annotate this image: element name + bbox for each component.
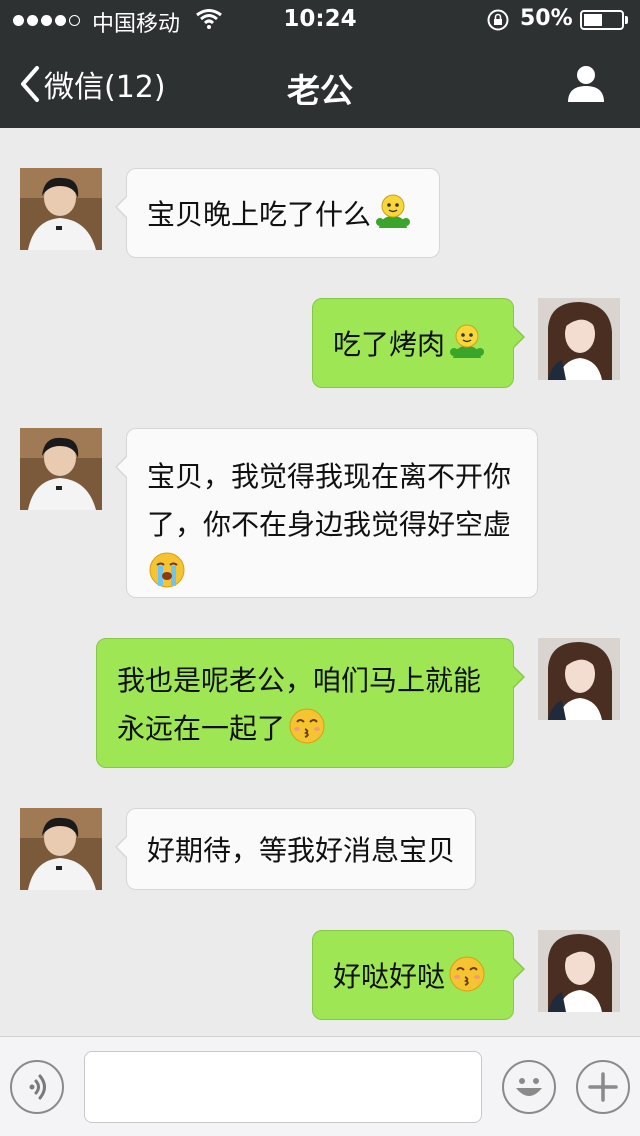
message-input[interactable] — [84, 1051, 482, 1123]
message-bubble-incoming[interactable]: 宝贝晚上吃了什么 — [115, 168, 440, 258]
plus-icon — [588, 1072, 618, 1102]
my-avatar[interactable] — [538, 298, 620, 380]
message-text: 好哒好哒 — [333, 960, 446, 993]
chevron-left-icon — [21, 66, 39, 102]
husband-avatar[interactable] — [20, 808, 102, 890]
back-button[interactable]: 微信(12) — [20, 64, 166, 105]
battery-tip — [625, 16, 628, 24]
message-bubble-outgoing[interactable]: 我也是呢老公，咱们马上就能 永远在一起了 — [96, 638, 525, 768]
message-bubble-incoming[interactable]: 宝贝，我觉得我现在离不开你 了，你不在身边我觉得好空虚 — [115, 428, 538, 598]
voice-icon — [29, 1074, 46, 1100]
input-toolbar — [0, 1036, 640, 1136]
message-text: 吃了烤肉 — [333, 328, 446, 361]
my-avatar[interactable] — [538, 638, 620, 720]
message-text-line: 了，你不在身边我觉得好空虚 — [147, 508, 512, 541]
battery-percent: 50% — [520, 6, 573, 31]
message-bubble-outgoing[interactable]: 吃了烤肉 — [312, 298, 525, 388]
emoji-button[interactable] — [502, 1060, 556, 1114]
message-text-line: 永远在一起了 — [117, 712, 286, 745]
message-text-line: 宝贝，我觉得我现在离不开你 — [147, 460, 512, 493]
message-text: 宝贝晚上吃了什么 — [147, 198, 372, 231]
voice-input-button[interactable] — [10, 1060, 64, 1114]
message-list[interactable]: 宝贝晚上吃了什么 吃了烤肉 宝贝，我觉得我现在离不开你 了，你不在身边我觉得好空… — [0, 128, 640, 1036]
back-label: 微信(12) — [44, 70, 166, 105]
smiley-icon — [516, 1078, 542, 1096]
nav-bar: 微信(12) 老公 — [0, 40, 640, 128]
husband-avatar[interactable] — [20, 168, 102, 250]
message-bubble-incoming[interactable]: 好期待，等我好消息宝贝 — [115, 808, 476, 890]
header: 中国移动 10:24 50% 微信(12) 老公 — [0, 0, 640, 128]
green-doll-emoji-icon — [373, 192, 413, 232]
kissing-face-emoji-icon — [447, 954, 487, 994]
green-doll-emoji-icon — [447, 322, 487, 362]
rotation-lock-icon — [486, 9, 510, 37]
message-text: 好期待，等我好消息宝贝 — [147, 834, 456, 867]
message-bubble-outgoing[interactable]: 好哒好哒 — [312, 930, 525, 1020]
contact-profile-button[interactable] — [566, 64, 614, 108]
person-icon — [568, 66, 604, 102]
status-bar: 中国移动 10:24 50% — [0, 0, 640, 40]
husband-avatar[interactable] — [20, 428, 102, 510]
message-text-line: 我也是呢老公，咱们马上就能 — [117, 664, 482, 697]
kissing-face-emoji-icon — [287, 706, 327, 746]
more-button[interactable] — [576, 1060, 630, 1114]
battery-level — [584, 14, 602, 26]
battery-icon — [580, 10, 624, 30]
crying-face-emoji-icon — [147, 550, 187, 590]
my-avatar[interactable] — [538, 930, 620, 1012]
